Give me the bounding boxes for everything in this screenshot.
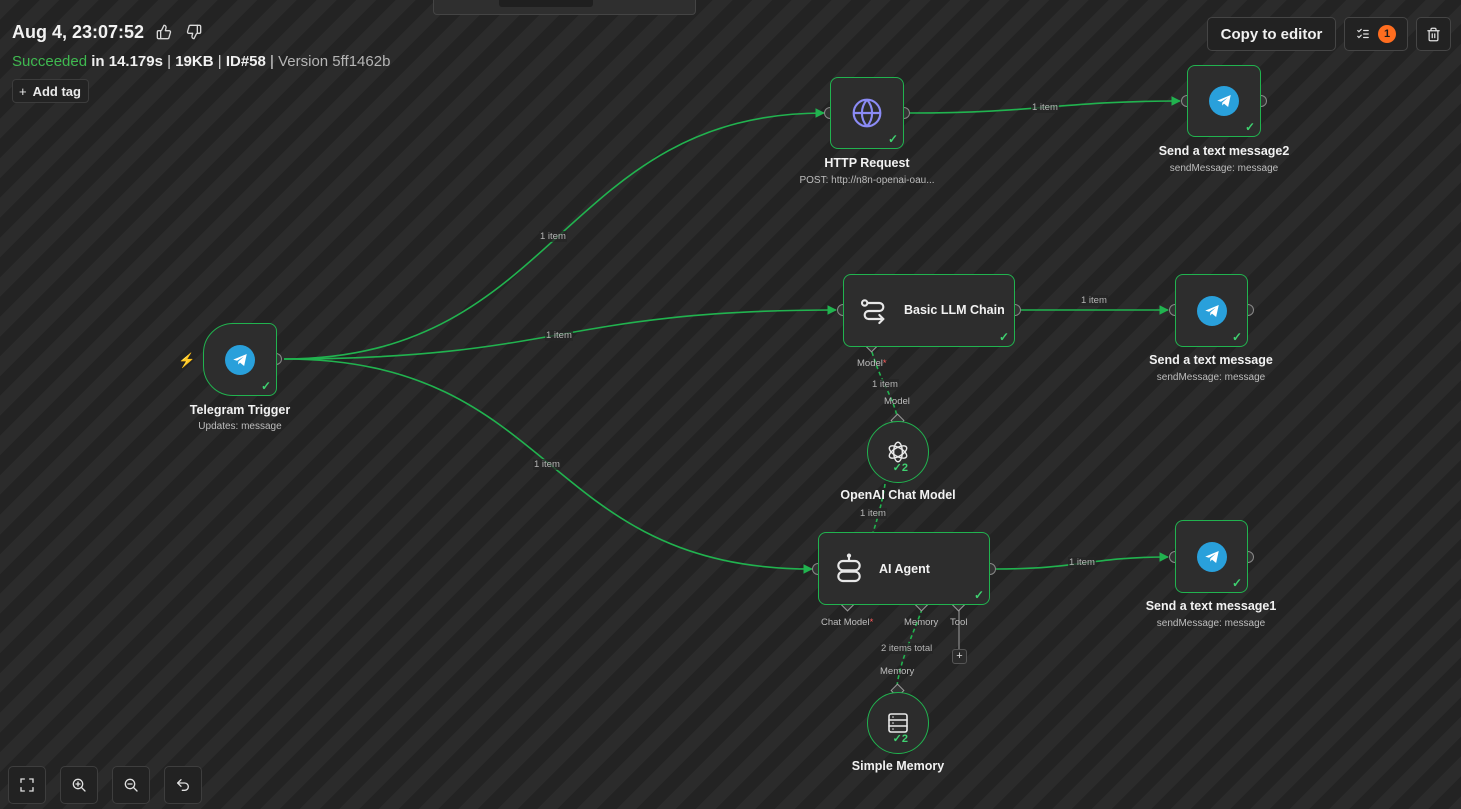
node-label: Simple Memory <box>851 759 945 773</box>
trigger-bolt-icon: ⚡ <box>178 352 196 368</box>
zoom-out-button[interactable] <box>112 766 150 804</box>
add-tool-button[interactable]: + <box>952 649 967 664</box>
port-label-chat-model: Chat Model* <box>821 617 873 628</box>
node-subtitle: sendMessage: message <box>1156 618 1266 629</box>
edge-label: 2 items total <box>880 643 934 654</box>
checklist-icon <box>1357 28 1369 39</box>
separator: | <box>167 53 172 70</box>
reset-zoom-button[interactable] <box>164 766 202 804</box>
fit-view-button[interactable] <box>8 766 46 804</box>
duration-text: in 14.179s <box>91 53 163 70</box>
node-subtitle: sendMessage: message <box>1156 372 1266 383</box>
globe-icon <box>852 98 882 128</box>
port-label-memory: Memory <box>904 617 939 628</box>
chain-route-icon <box>860 298 885 324</box>
telegram-icon <box>1209 86 1239 116</box>
node-subtitle: POST: http://n8n-openai-oau... <box>799 175 935 186</box>
zoom-in-button[interactable] <box>60 766 98 804</box>
edge-label: 1 item <box>1031 102 1059 113</box>
edge-label: 1 item <box>1068 557 1096 568</box>
required-marker: * <box>869 617 874 628</box>
node-send-message1[interactable]: ✓ <box>1175 520 1248 593</box>
node-openai-chat-model[interactable]: ✓2 <box>867 421 929 483</box>
node-send-message2[interactable]: ✓ <box>1187 65 1261 137</box>
edge-label: 1 item <box>533 459 561 470</box>
plus-icon: + <box>19 83 27 99</box>
node-label: Telegram Trigger <box>189 403 291 417</box>
telegram-icon <box>1196 295 1227 326</box>
edge-label: 1 item <box>871 379 899 390</box>
port-label-memory: Memory <box>880 666 915 677</box>
node-subtitle: Updates: message <box>198 421 282 432</box>
run-count-value: 2 <box>901 462 908 474</box>
telegram-icon <box>1196 541 1227 572</box>
success-check-icon: ✓ <box>998 330 1009 344</box>
port-label-tool: Tool <box>950 617 968 628</box>
fit-view-icon <box>20 778 34 792</box>
node-send-message[interactable]: ✓ <box>1175 274 1248 347</box>
run-count: ✓2 <box>892 733 908 745</box>
edge-label: 1 item <box>859 508 887 519</box>
node-simple-memory[interactable]: ✓2 <box>867 692 929 754</box>
success-check-icon: ✓ <box>260 379 271 393</box>
copy-to-editor-button[interactable]: Copy to editor <box>1207 17 1336 51</box>
execution-id: ID#58 <box>225 53 266 70</box>
required-marker: * <box>882 358 887 369</box>
execution-meta: Succeeded in 14.179s | 19KB | ID#58 | Ve… <box>12 53 390 70</box>
edge-label: 1 item <box>539 231 567 242</box>
issues-count-badge: 1 <box>1378 25 1396 43</box>
node-label: Basic LLM Chain <box>904 303 1005 317</box>
node-label: Send a text message1 <box>1145 599 1277 613</box>
issues-button[interactable]: 1 <box>1344 17 1408 51</box>
success-check-icon: ✓ <box>1231 576 1242 590</box>
reset-zoom-icon <box>177 779 189 791</box>
trash-icon <box>1427 27 1440 41</box>
node-label: AI Agent <box>879 562 930 576</box>
port-label-text: Chat Model <box>821 617 870 628</box>
success-check-icon: ✓ <box>1231 330 1242 344</box>
run-count-value: 2 <box>901 733 908 745</box>
node-label: OpenAI Chat Model <box>840 488 956 502</box>
node-label: Send a text message2 <box>1158 144 1290 158</box>
node-label: HTTP Request <box>824 156 910 170</box>
edge-label: 1 item <box>545 330 573 341</box>
version-text: Version 5ff1462b <box>278 53 391 70</box>
edge-label: 1 item <box>1080 295 1108 306</box>
add-tag-label: Add tag <box>32 83 81 99</box>
node-subtitle: sendMessage: message <box>1169 163 1279 174</box>
success-check-icon: ✓ <box>1244 120 1255 134</box>
zoom-out-icon <box>124 778 138 792</box>
node-http-request[interactable]: ✓ <box>830 77 904 149</box>
success-check-icon: ✓ <box>973 588 984 602</box>
size-text: 19KB <box>175 53 214 70</box>
separator: | <box>270 53 274 70</box>
zoom-in-icon <box>72 778 86 792</box>
separator: | <box>217 53 222 70</box>
telegram-icon <box>225 344 255 375</box>
run-count: ✓2 <box>892 462 908 474</box>
robot-icon <box>837 553 861 582</box>
node-label: Send a text message <box>1149 353 1273 367</box>
port-label-model: Model* <box>857 358 887 369</box>
add-tag-button[interactable]: + Add tag <box>12 79 89 103</box>
thumbs-down-icon[interactable] <box>186 24 202 40</box>
database-icon <box>888 713 908 733</box>
delete-execution-button[interactable] <box>1416 17 1451 51</box>
status-text: Succeeded <box>12 53 88 70</box>
thumbs-up-icon[interactable] <box>156 24 172 40</box>
port-label-model: Model <box>884 396 910 407</box>
port-label-text: Model <box>857 358 883 369</box>
success-check-icon: ✓ <box>887 132 898 146</box>
node-telegram-trigger[interactable]: ✓ <box>203 323 277 396</box>
execution-title: Aug 4, 23:07:52 <box>12 22 145 42</box>
